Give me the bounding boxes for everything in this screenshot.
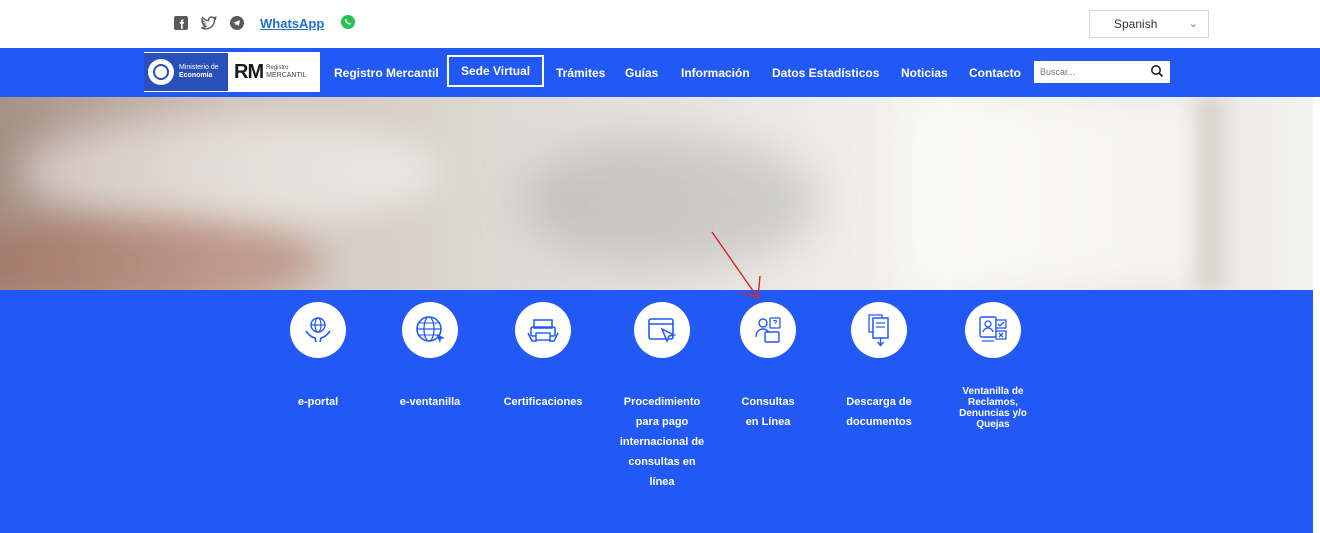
id-checklist-icon (979, 316, 1007, 342)
service-e-portal[interactable]: e-portal (263, 302, 373, 412)
service-label[interactable]: Procedimiento para pago internacional de… (607, 392, 717, 492)
ministry-logo-line2: Economía (179, 72, 213, 79)
header-logos[interactable]: Ministerio de Economía RM Registro MERCA… (144, 52, 320, 92)
globe-cursor-icon (416, 316, 445, 343)
printer-hands-icon (527, 319, 559, 342)
top-bar: WhatsApp Spanish ⌄ (0, 0, 1320, 48)
service-icon-circle[interactable] (634, 302, 690, 358)
service-icon-circle[interactable] (515, 302, 571, 358)
service-descarga-documentos[interactable]: Descarga de documentos (824, 302, 934, 432)
telegram-icon[interactable] (228, 14, 246, 32)
service-icon-circle[interactable] (290, 302, 346, 358)
language-selected: Spanish (1114, 17, 1158, 31)
twitter-icon[interactable] (200, 14, 218, 32)
service-icon-circle[interactable] (402, 302, 458, 358)
search-box (1034, 61, 1170, 83)
browser-cursor-icon (648, 318, 677, 343)
person-folder-icon (755, 317, 781, 343)
nav-guias[interactable]: Guías (625, 48, 658, 97)
seal-icon (148, 59, 174, 85)
service-label[interactable]: Certificaciones (488, 392, 598, 412)
search-icon[interactable] (1150, 64, 1164, 83)
service-label[interactable]: Ventanilla de Reclamos, Denuncias y/o Qu… (938, 386, 1048, 430)
chevron-down-icon: ⌄ (1188, 18, 1198, 30)
whatsapp-icon[interactable] (340, 14, 358, 32)
whatsapp-link[interactable]: WhatsApp (260, 16, 324, 31)
nav-tramites[interactable]: Trámites (556, 48, 605, 97)
service-consultas-en-linea[interactable]: Consultas en Línea (713, 302, 823, 432)
rm-logo-subtitle: Registro MERCANTIL (266, 65, 306, 79)
hero-banner-image (0, 97, 1313, 290)
rm-logo-text: RM (234, 60, 264, 83)
social-links: WhatsApp (172, 14, 358, 32)
main-navbar: Ministerio de Economía RM Registro MERCA… (0, 48, 1320, 97)
nav-informacion[interactable]: Información (681, 48, 750, 97)
service-e-ventanilla[interactable]: e-ventanilla (375, 302, 485, 412)
nav-datos-estadisticos[interactable]: Datos Estadísticos (772, 48, 879, 97)
services-section: e-portal e-ventanilla Certificaciones Pr… (0, 290, 1313, 533)
service-label[interactable]: e-portal (263, 392, 373, 412)
nav-noticias[interactable]: Noticias (901, 48, 948, 97)
rm-logo: RM (234, 60, 264, 84)
service-icon-circle[interactable] (740, 302, 796, 358)
ministry-logo-line1: Ministerio de (179, 64, 219, 71)
rm-logo-sub2: MERCANTIL (266, 72, 307, 79)
document-download-icon (868, 314, 889, 347)
facebook-icon[interactable] (172, 14, 190, 32)
service-icon-circle[interactable] (965, 302, 1021, 358)
service-certificaciones[interactable]: Certificaciones (488, 302, 598, 412)
service-label[interactable]: e-ventanilla (375, 392, 485, 412)
search-input[interactable] (1034, 61, 1142, 83)
service-ventanilla-reclamos[interactable]: Ventanilla de Reclamos, Denuncias y/o Qu… (938, 302, 1048, 430)
service-label[interactable]: Consultas en Línea (713, 392, 823, 432)
hands-globe-icon (305, 317, 331, 343)
rm-logo-sub1: Registro (266, 65, 289, 71)
service-icon-circle[interactable] (851, 302, 907, 358)
service-procedimiento-pago[interactable]: Procedimiento para pago internacional de… (607, 302, 717, 492)
nav-contacto[interactable]: Contacto (969, 48, 1021, 97)
nav-sede-virtual[interactable]: Sede Virtual (447, 55, 545, 87)
annotation-arrow-icon (711, 231, 761, 299)
ministry-logo: Ministerio de Economía (144, 53, 228, 91)
nav-registro-mercantil[interactable]: Registro Mercantil (334, 48, 439, 97)
service-label[interactable]: Descarga de documentos (824, 392, 934, 432)
language-select[interactable]: Spanish ⌄ (1089, 10, 1209, 38)
